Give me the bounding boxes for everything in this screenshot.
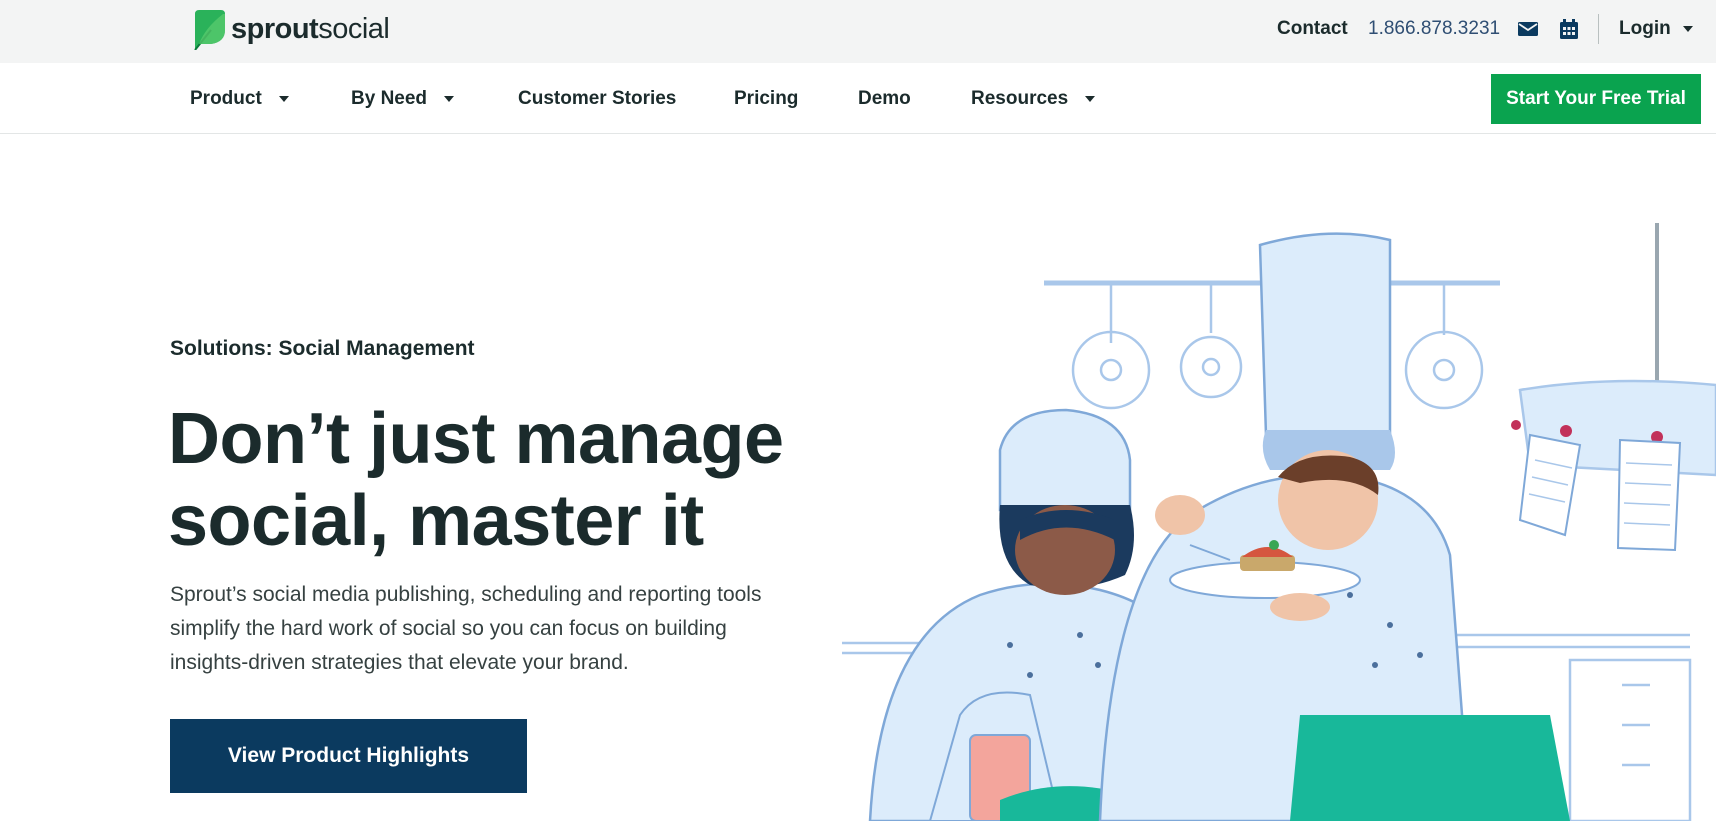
main-nav: Product By Need Customer Stories Pricing… [0,63,1716,134]
nav-item-label: Customer Stories [518,87,677,109]
utility-divider [1598,14,1599,44]
nav-item-label: Product [190,87,262,109]
headline-line-1: Don’t just manage [168,399,784,479]
chevron-down-icon [1682,25,1693,32]
sprout-social-logo[interactable]: sproutsocial [191,8,390,50]
hero-body: Sprout’s social media publishing, schedu… [170,583,762,674]
chevron-down-icon [278,95,289,102]
nav-item-pricing[interactable]: Pricing [734,63,798,134]
login-label: Login [1619,17,1671,39]
nav-item-label: Pricing [734,87,799,109]
view-product-highlights-button[interactable]: View Product Highlights [170,719,527,793]
chevron-down-icon [444,95,455,102]
envelope-icon[interactable] [1518,0,1538,57]
phone-link[interactable]: 1.866.878.3231 [1368,0,1500,57]
chevron-down-icon [1085,95,1096,102]
sprout-leaf-icon [194,10,225,50]
nav-item-product[interactable]: Product [190,63,289,134]
utility-bar: sproutsocial Contact 1.866.878.3231 Logi… [0,0,1716,63]
headline-line-2: social, master it [168,481,704,561]
nav-item-label: By Need [351,87,428,109]
nav-item-label: Resources [971,87,1069,109]
logo-wordmark: sproutsocial [231,12,390,45]
start-free-trial-button[interactable]: Start Your Free Trial [1491,74,1701,124]
login-dropdown[interactable]: Login [1619,0,1693,57]
chefs-illustration [830,215,1716,821]
nav-item-resources[interactable]: Resources [971,63,1096,134]
nav-item-customer-stories[interactable]: Customer Stories [518,63,676,134]
nav-item-by-need[interactable]: By Need [351,63,455,134]
hero-eyebrow: Solutions: Social Management [170,337,475,360]
nav-item-label: Demo [858,87,911,109]
nav-item-demo[interactable]: Demo [858,63,911,134]
contact-link[interactable]: Contact [1277,0,1348,57]
hero-headline: Don’t just manage social, master it [168,398,808,562]
calendar-icon[interactable] [1560,0,1578,57]
